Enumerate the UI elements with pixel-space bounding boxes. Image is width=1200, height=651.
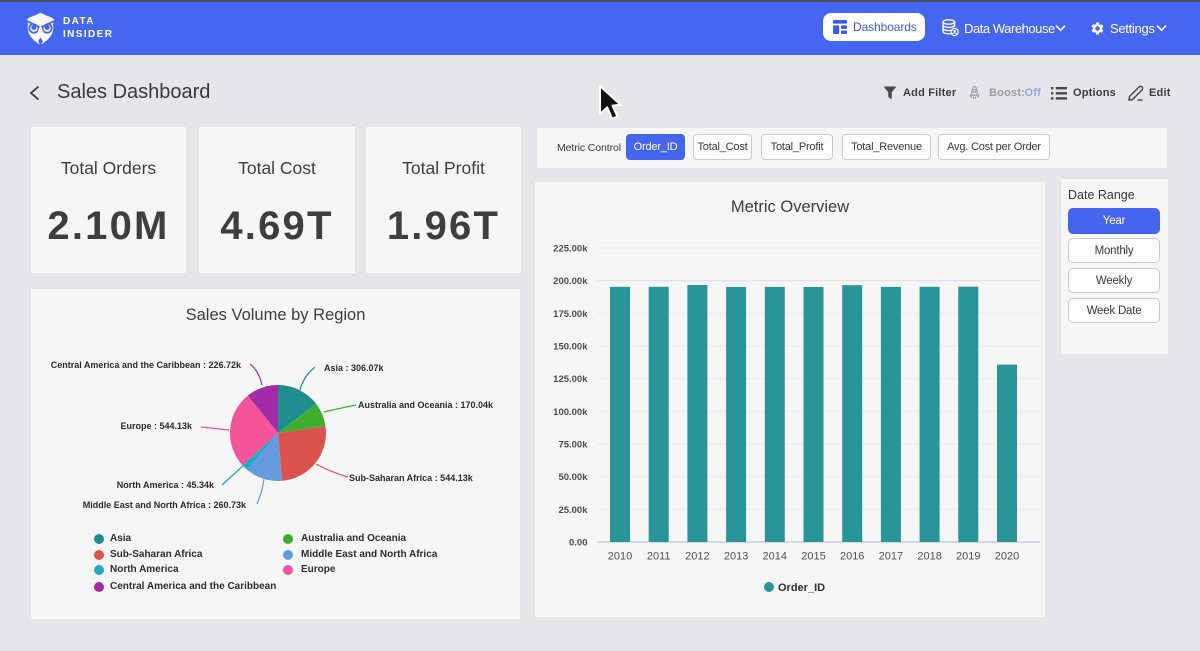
- svg-text:225.00k: 225.00k: [553, 244, 588, 255]
- svg-text:2018: 2018: [917, 551, 941, 563]
- svg-text:2020: 2020: [995, 551, 1019, 563]
- svg-text:2014: 2014: [763, 551, 787, 563]
- svg-text:2013: 2013: [724, 551, 748, 563]
- svg-text:2010: 2010: [608, 551, 632, 563]
- svg-text:100.00k: 100.00k: [553, 407, 588, 418]
- svg-text:50.00k: 50.00k: [558, 472, 588, 483]
- svg-text:2011: 2011: [647, 551, 671, 563]
- svg-text:2012: 2012: [685, 551, 709, 563]
- svg-text:2017: 2017: [879, 551, 903, 563]
- svg-text:150.00k: 150.00k: [553, 342, 588, 353]
- svg-text:2015: 2015: [801, 551, 825, 563]
- svg-text:2016: 2016: [840, 551, 864, 563]
- svg-text:25.00k: 25.00k: [558, 505, 588, 516]
- svg-text:175.00k: 175.00k: [553, 309, 588, 320]
- svg-text:2019: 2019: [956, 551, 980, 563]
- svg-text:200.00k: 200.00k: [553, 276, 588, 287]
- svg-text:75.00k: 75.00k: [558, 440, 588, 451]
- svg-text:125.00k: 125.00k: [553, 374, 588, 385]
- svg-text:0.00: 0.00: [569, 538, 588, 549]
- svg-text:Order_ID: Order_ID: [778, 582, 825, 594]
